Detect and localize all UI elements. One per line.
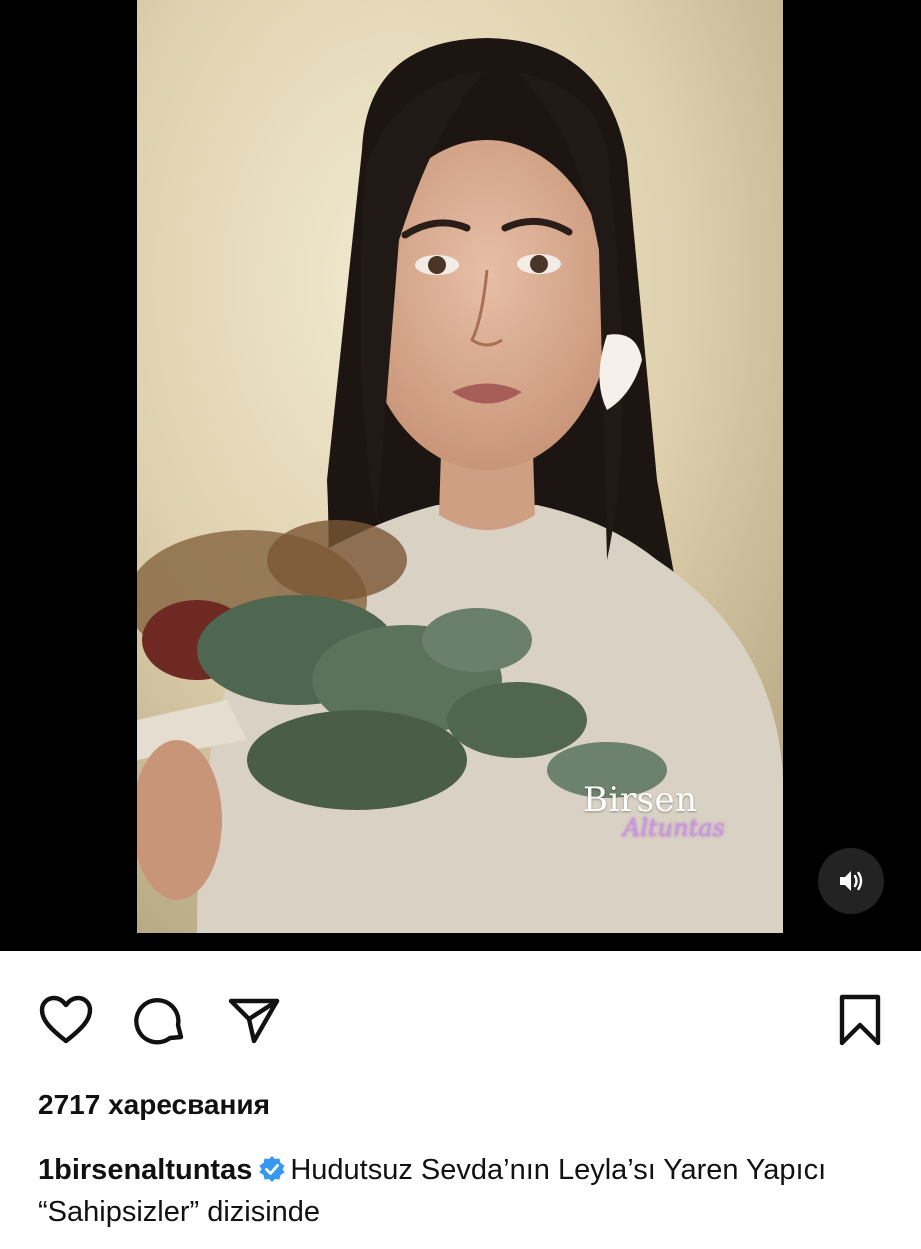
paper-plane-icon: [228, 998, 280, 1044]
like-count[interactable]: 2717 харесвания: [38, 1089, 270, 1121]
comment-bubble-icon: [134, 998, 184, 1045]
sound-toggle-button[interactable]: [818, 848, 884, 914]
heart-icon: [39, 995, 93, 1044]
bookmark-icon: [839, 994, 881, 1046]
share-button[interactable]: [224, 990, 284, 1050]
post-caption: 1birsenaltuntas Hudutsuz Sevda’nın Leyla…: [38, 1149, 888, 1233]
post-actions-bar: [0, 990, 921, 1054]
watermark-line-2: Altuntas: [623, 814, 725, 842]
watermark: Birsen Altuntas: [583, 780, 753, 860]
comment-button[interactable]: [130, 990, 190, 1050]
author-username[interactable]: 1birsenaltuntas: [38, 1154, 252, 1186]
speaker-volume-icon: [840, 871, 863, 891]
instagram-post: Birsen Altuntas 2717 харесвания 1birsena…: [0, 0, 921, 1249]
verified-badge-icon: [259, 1156, 285, 1182]
like-button[interactable]: [36, 990, 96, 1050]
post-media[interactable]: Birsen Altuntas: [0, 0, 921, 951]
save-button[interactable]: [830, 990, 890, 1050]
